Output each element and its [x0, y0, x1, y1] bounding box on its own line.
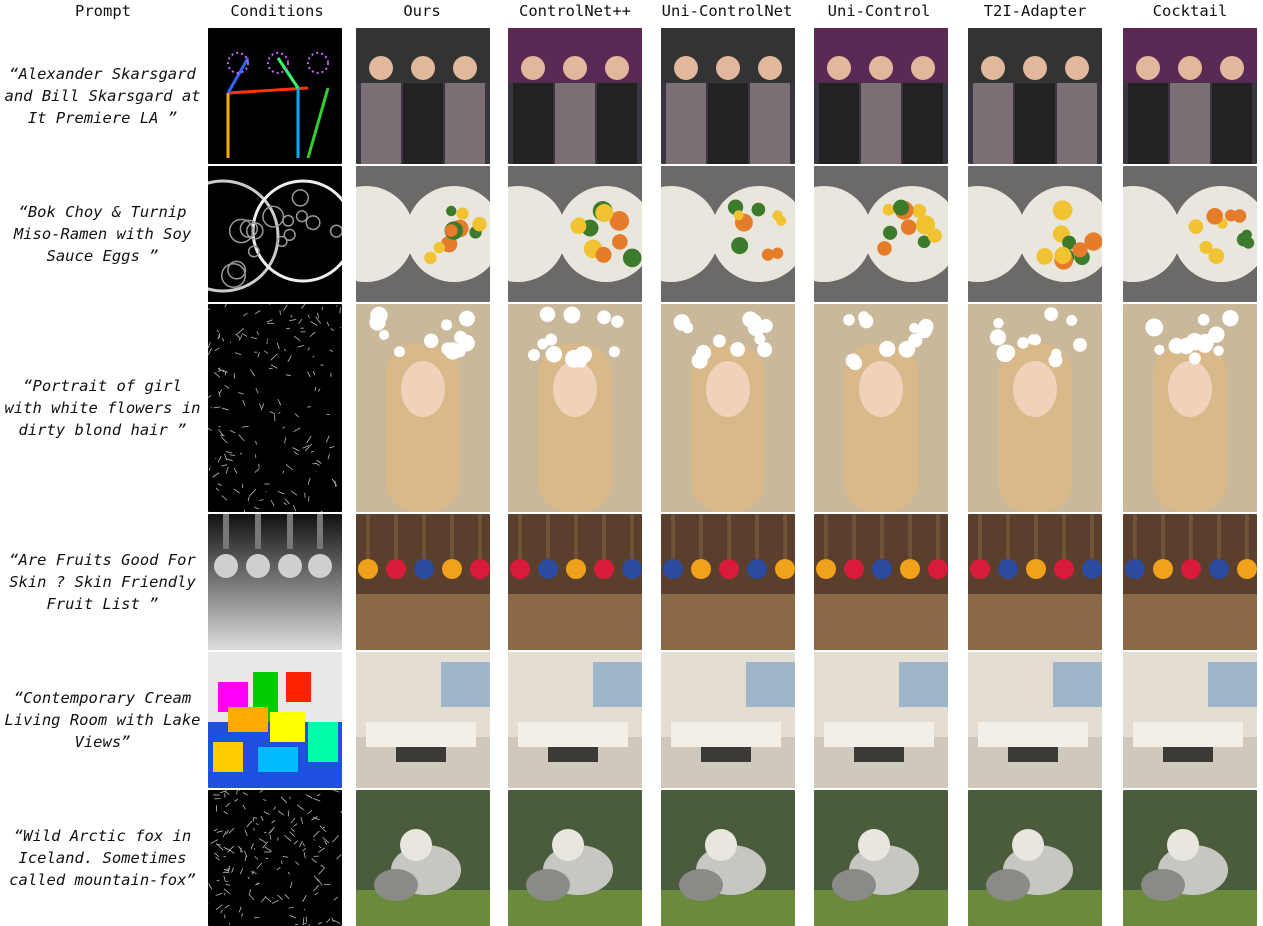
- comparison-grid: Prompt Conditions Ours ControlNet++ Uni-Cont…: [0, 0, 1263, 926]
- generated-image-cocktail: [1123, 652, 1257, 788]
- generated-image-uni-control: [814, 652, 948, 788]
- prompt-text: “Wild Arctic fox in Iceland. Sometimes c…: [0, 790, 205, 926]
- prompt-label: “Alexander Skarsgard and Bill Skarsgard …: [4, 65, 201, 127]
- condition-image: [208, 28, 342, 164]
- generated-image-uni-controlnet: [661, 166, 795, 302]
- generated-image-ours: [356, 166, 490, 302]
- column-header-uni-controlnet: Uni-ControlNet: [661, 2, 793, 20]
- generated-image-cocktail: [1123, 166, 1257, 302]
- generated-image-uni-control: [814, 166, 948, 302]
- condition-image: [208, 652, 342, 788]
- generated-image-controlnet: [508, 28, 642, 164]
- generated-image-controlnet: [508, 166, 642, 302]
- column-header-prompt: Prompt: [75, 2, 131, 20]
- generated-image-ours: [356, 514, 490, 650]
- column-header-controlnet: ControlNet++: [519, 2, 631, 20]
- column-header-uni-control: Uni-Control: [827, 2, 931, 20]
- generated-image-uni-controlnet: [661, 652, 795, 788]
- generated-image-cocktail: [1123, 790, 1257, 926]
- condition-image: [208, 790, 342, 926]
- generated-image-uni-control: [814, 514, 948, 650]
- generated-image-uni-controlnet: [661, 28, 795, 164]
- condition-image: [208, 304, 342, 512]
- generated-image-cocktail: [1123, 304, 1257, 512]
- generated-image-controlnet: [508, 790, 642, 926]
- generated-image-t2i-adapter: [968, 304, 1102, 512]
- generated-image-ours: [356, 304, 490, 512]
- condition-image: [208, 514, 342, 650]
- generated-image-t2i-adapter: [968, 652, 1102, 788]
- generated-image-uni-controlnet: [661, 304, 795, 512]
- prompt-text: “Contemporary Cream Living Room with Lak…: [0, 652, 205, 788]
- generated-image-t2i-adapter: [968, 28, 1102, 164]
- prompt-label: “Bok Choy & Turnip Miso-Ramen with Soy S…: [13, 203, 192, 265]
- generated-image-uni-control: [814, 28, 948, 164]
- generated-image-controlnet: [508, 514, 642, 650]
- generated-image-uni-controlnet: [661, 514, 795, 650]
- column-header-cocktail: Cocktail: [1152, 2, 1228, 20]
- prompt-label: “Are Fruits Good For Skin ? Skin Friendl…: [9, 551, 196, 613]
- prompt-label: “Portrait of girl with white flowers in …: [4, 377, 201, 439]
- prompt-label: “Wild Arctic fox in Iceland. Sometimes c…: [9, 827, 196, 889]
- generated-image-ours: [356, 790, 490, 926]
- generated-image-t2i-adapter: [968, 790, 1102, 926]
- generated-image-ours: [356, 28, 490, 164]
- prompt-text: “Are Fruits Good For Skin ? Skin Friendl…: [0, 514, 205, 650]
- generated-image-t2i-adapter: [968, 514, 1102, 650]
- column-header-ours: Ours: [403, 2, 441, 20]
- generated-image-t2i-adapter: [968, 166, 1102, 302]
- column-header-t2i-adapter: T2I-Adapter: [983, 2, 1087, 20]
- prompt-text: “Alexander Skarsgard and Bill Skarsgard …: [0, 28, 205, 164]
- generated-image-uni-control: [814, 304, 948, 512]
- generated-image-controlnet: [508, 304, 642, 512]
- generated-image-cocktail: [1123, 514, 1257, 650]
- generated-image-uni-controlnet: [661, 790, 795, 926]
- prompt-text: “Bok Choy & Turnip Miso-Ramen with Soy S…: [0, 166, 205, 302]
- generated-image-ours: [356, 652, 490, 788]
- prompt-label: “Contemporary Cream Living Room with Lak…: [4, 689, 201, 751]
- prompt-text: “Portrait of girl with white flowers in …: [0, 304, 205, 512]
- generated-image-controlnet: [508, 652, 642, 788]
- condition-image: [208, 166, 342, 302]
- column-header-conditions: Conditions: [230, 2, 324, 20]
- generated-image-cocktail: [1123, 28, 1257, 164]
- generated-image-uni-control: [814, 790, 948, 926]
